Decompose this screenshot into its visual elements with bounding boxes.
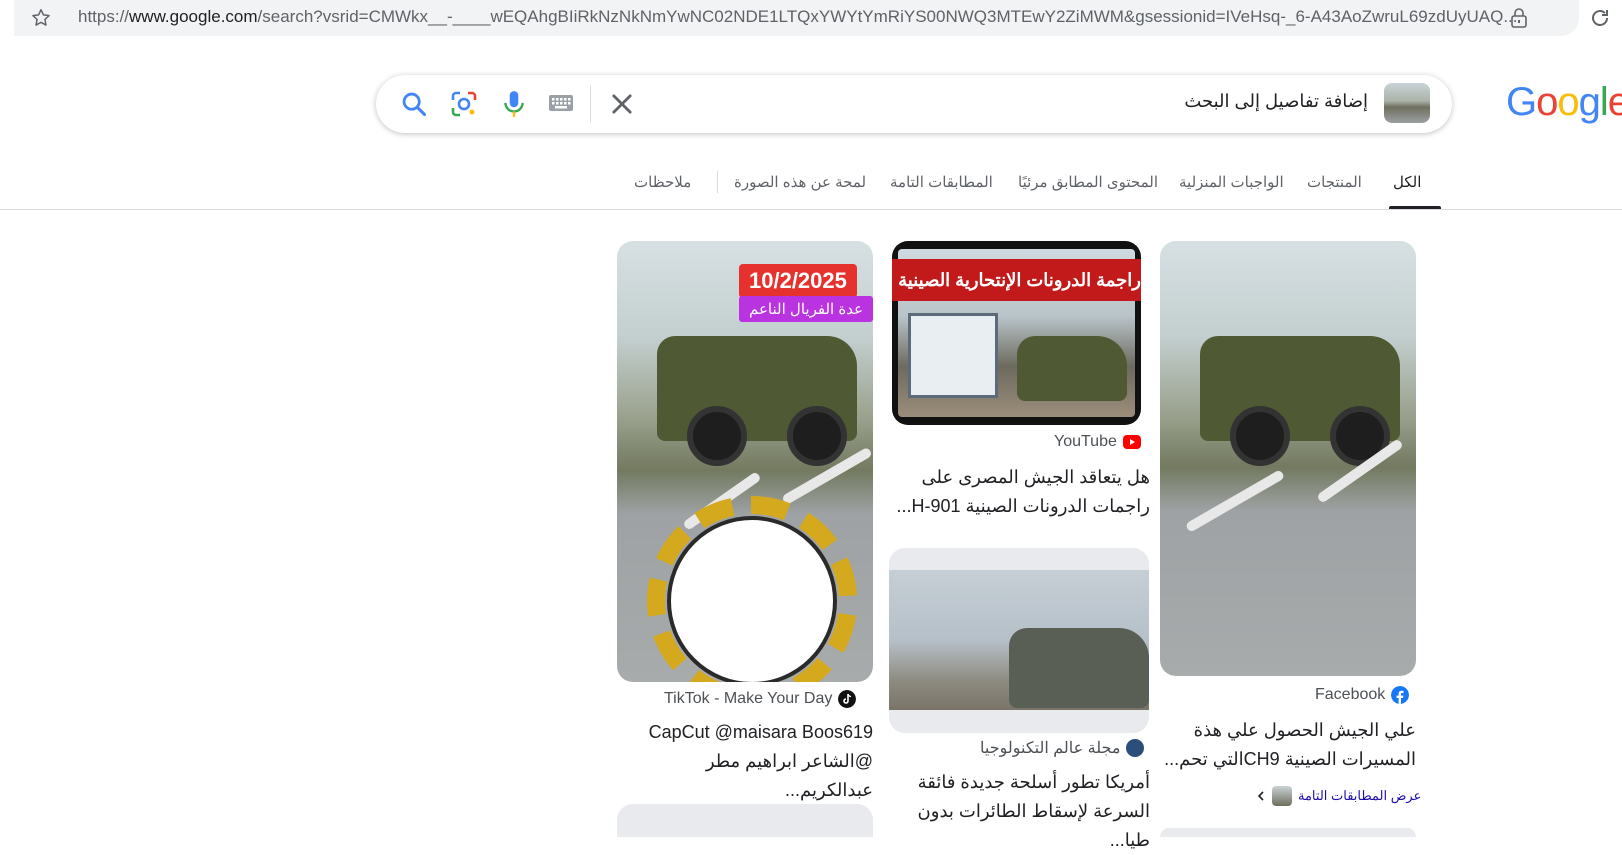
youtube-source[interactable]: YouTube — [1054, 433, 1141, 451]
search-icon[interactable] — [400, 90, 428, 118]
exact-matches-link[interactable]: عرض المطابقات التامة — [1256, 786, 1421, 806]
magazine-icon — [1126, 739, 1145, 757]
logo-letter: e — [1607, 80, 1622, 124]
tab-visual-matches[interactable]: المحتوى المطابق مرئيًا — [1018, 173, 1158, 191]
source-name: YouTube — [1054, 433, 1117, 450]
tab-products[interactable]: المنتجات — [1307, 173, 1362, 191]
mic-icon[interactable] — [500, 89, 528, 119]
tiktok-result-image[interactable]: 10/2/2025 عدة الفريال الناعم — [617, 241, 873, 682]
title-line: CapCut @maisara Boos619 — [648, 722, 873, 742]
source-name: Facebook — [1315, 686, 1386, 703]
google-logo[interactable]: Google — [1506, 80, 1622, 125]
tab-exact-matches[interactable]: المطابقات التامة — [890, 173, 993, 191]
logo-letter: G — [1506, 80, 1537, 124]
title-line: السرعة لإسقاط الطائرات بدون طيا... — [917, 801, 1150, 850]
title-line: هل يتعاقد الجيش المصرى على — [921, 467, 1151, 487]
youtube-icon — [1122, 435, 1141, 449]
tiktok-icon — [838, 690, 857, 708]
title-line: علي الجيش الحصول علي هذة — [1193, 720, 1416, 740]
vehicle-shape — [1017, 336, 1127, 401]
star-icon[interactable] — [30, 7, 52, 29]
title-line: أمريكا تطور أسلحة جديدة فائقة — [917, 772, 1150, 792]
vehicle-shape — [1009, 628, 1149, 708]
url-box[interactable]: https://www.google.com/search?vsrid=CMWk… — [14, 0, 1579, 36]
search-box-divider — [590, 85, 591, 123]
magazine-source[interactable]: مجلة عالم التكنولوجيا — [980, 738, 1145, 758]
chevron-right-icon — [1257, 791, 1264, 801]
exact-matches-label: عرض المطابقات التامة — [1298, 788, 1422, 803]
match-thumbnail — [1272, 786, 1292, 806]
close-icon[interactable] — [608, 90, 636, 118]
next-result-card[interactable] — [617, 804, 873, 837]
reload-icon[interactable] — [1588, 6, 1612, 30]
tab-all[interactable]: الكل — [1393, 173, 1421, 191]
facebook-result-image[interactable] — [1160, 241, 1416, 676]
youtube-title[interactable]: هل يتعاقد الجيش المصرى على راجمات الدرون… — [892, 463, 1150, 521]
inset-screen — [908, 313, 998, 398]
magazine-title[interactable]: أمريكا تطور أسلحة جديدة فائقة السرعة لإس… — [892, 768, 1150, 855]
logo-letter: o — [1536, 80, 1558, 124]
search-box[interactable]: إضافة تفاصيل إلى البحث — [376, 75, 1452, 133]
query-image-thumbnail[interactable] — [1384, 83, 1430, 123]
tiktok-title[interactable]: CapCut @maisara Boos619 @الشاعر ابراهيم … — [617, 718, 873, 805]
wheel-shape — [787, 406, 847, 466]
tab-about-image[interactable]: لمحة عن هذه الصورة — [734, 173, 866, 191]
logo-letter: o — [1557, 80, 1579, 124]
tab-separator — [717, 171, 718, 193]
title-line: راجمات الدرونات الصينية H-901... — [896, 496, 1150, 516]
title-line: @الشاعر ابراهيم مطر عبدالكريم... — [705, 751, 873, 800]
magazine-result-image[interactable] — [889, 548, 1149, 733]
date-badge: 10/2/2025 — [739, 264, 857, 298]
search-tabs: الكل المنتجات الواجبات المنزلية المحتوى … — [0, 165, 1622, 210]
browser-address-bar: https://www.google.com/search?vsrid=CMWk… — [0, 0, 1622, 42]
search-input[interactable]: إضافة تفاصيل إلى البحث — [1184, 91, 1368, 112]
title-line: المسيرات الصينية CH9التي تحم... — [1164, 749, 1416, 769]
wheel-shape — [1230, 406, 1290, 466]
url-text[interactable]: https://www.google.com/search?vsrid=CMWk… — [78, 7, 1518, 27]
caption-badge: عدة الفريال الناعم — [739, 296, 873, 322]
video-banner: راجمة الدرونات الإنتحارية الصينية لمصر ؟ — [892, 259, 1141, 301]
lock-icon[interactable] — [1509, 7, 1529, 29]
facebook-title[interactable]: علي الجيش الحصول علي هذة المسيرات الصيني… — [1160, 716, 1416, 774]
tab-active-indicator — [1389, 206, 1441, 209]
logo-letter: g — [1578, 80, 1601, 124]
wheel-shape — [687, 406, 747, 466]
tiktok-source[interactable]: TikTok - Make Your Day — [664, 690, 857, 708]
next-result-card[interactable] — [1160, 828, 1416, 837]
keyboard-icon[interactable] — [548, 93, 574, 113]
source-name: TikTok - Make Your Day — [664, 690, 833, 707]
emblem-seal — [667, 516, 837, 682]
youtube-result-image[interactable]: راجمة الدرونات الإنتحارية الصينية لمصر ؟ — [892, 241, 1141, 425]
tab-notes[interactable]: ملاحظات — [634, 173, 691, 191]
facebook-icon — [1391, 686, 1410, 704]
source-name: مجلة عالم التكنولوجيا — [980, 740, 1121, 757]
logo-letter: l — [1599, 80, 1609, 124]
facebook-source[interactable]: Facebook — [1315, 686, 1410, 704]
lens-icon[interactable] — [450, 90, 478, 118]
tab-homework[interactable]: الواجبات المنزلية — [1179, 173, 1284, 191]
